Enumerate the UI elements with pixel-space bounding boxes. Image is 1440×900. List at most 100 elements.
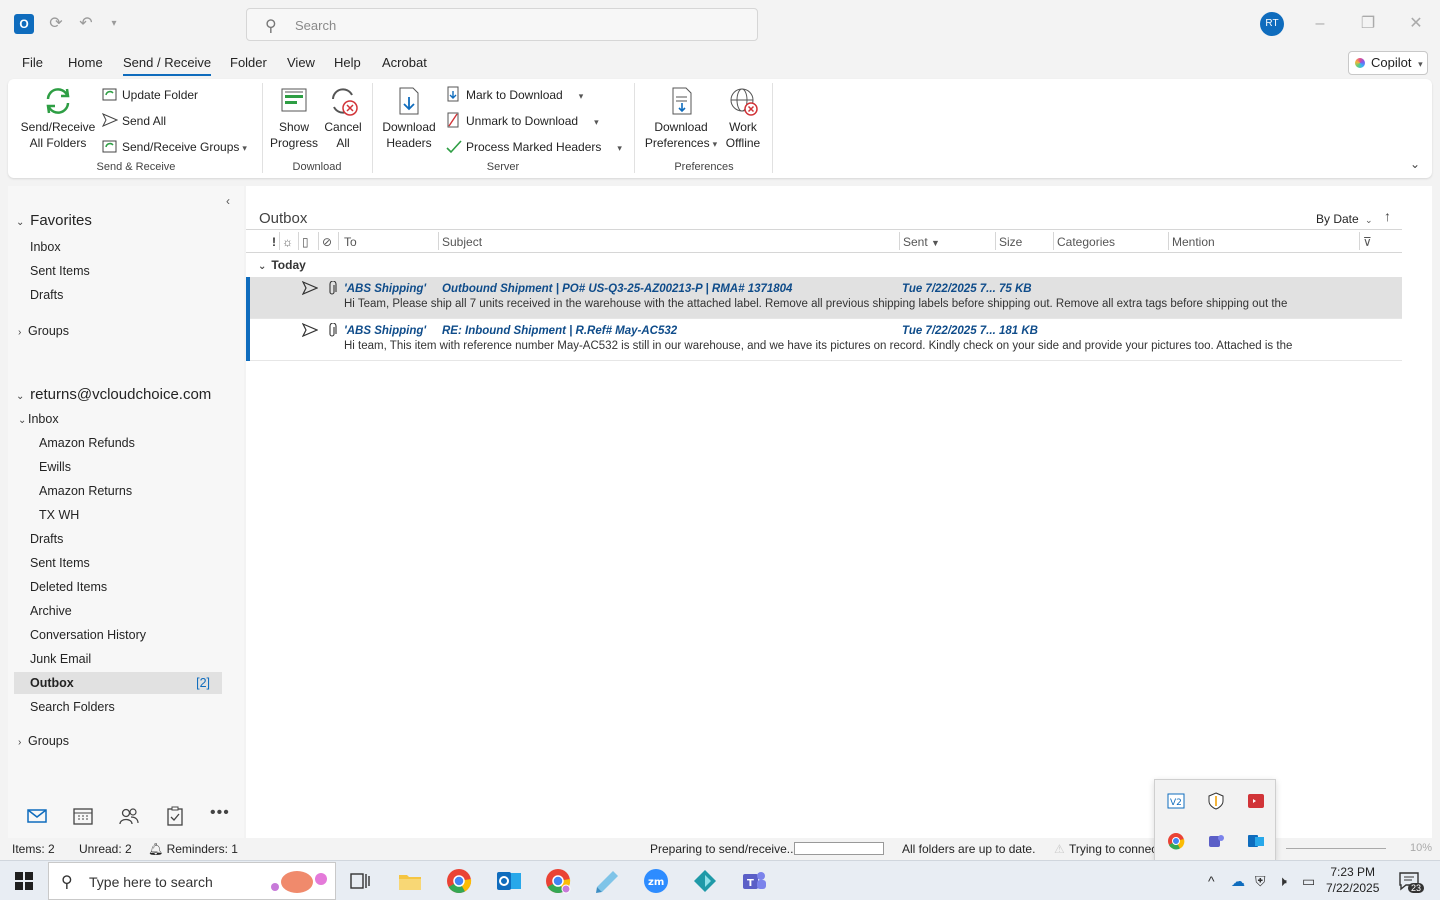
windows-start-icon[interactable] [14, 871, 34, 891]
reminder-column-icon[interactable]: ☼ [282, 235, 293, 249]
task-view-icon[interactable] [346, 867, 374, 895]
tab-acrobat[interactable]: Acrobat [382, 55, 427, 70]
group-today[interactable]: ⌄ Today [258, 258, 306, 272]
notification-center-button[interactable]: 23 [1398, 871, 1424, 893]
fav-drafts[interactable]: Drafts [30, 288, 63, 302]
mark-to-download-button[interactable]: Mark to Download ▾ [446, 85, 583, 105]
column-subject[interactable]: Subject [442, 235, 482, 249]
column-categories[interactable]: Categories [1057, 235, 1115, 249]
chevron-down-icon[interactable]: ▾ [617, 143, 622, 153]
column-sent[interactable]: Sent ▼ [903, 235, 940, 249]
message-row[interactable]: 'ABS Shipping' Outbound Shipment | PO# U… [246, 277, 1402, 319]
download-preferences-button[interactable]: Download Preferences ▾ [642, 85, 720, 152]
folder-search-folders[interactable]: Search Folders [30, 700, 115, 714]
filter-icon[interactable]: ⊽ [1363, 235, 1372, 249]
search-box[interactable]: ⚲ Search [246, 8, 758, 41]
tab-folder[interactable]: Folder [230, 55, 267, 70]
tab-help[interactable]: Help [334, 55, 361, 70]
column-size[interactable]: Size [999, 235, 1022, 249]
tab-file[interactable]: File [22, 55, 43, 70]
account-header[interactable]: ⌄ returns@vcloudchoice.com [16, 386, 211, 403]
minimize-button[interactable]: – [1305, 10, 1335, 38]
sort-by-dropdown[interactable]: By Date ⌄ [1316, 212, 1373, 226]
teams-icon[interactable] [1207, 832, 1225, 850]
chrome-profile-icon[interactable] [544, 867, 572, 895]
folder-conversation-history[interactable]: Conversation History [30, 628, 146, 642]
attachment-column-icon[interactable]: ⊘ [322, 235, 332, 249]
file-explorer-icon[interactable] [396, 867, 424, 895]
fav-inbox[interactable]: Inbox [30, 240, 61, 254]
chrome-icon[interactable] [445, 867, 473, 895]
collapse-pane-icon[interactable]: ‹ [226, 194, 230, 208]
shield-icon[interactable] [1207, 792, 1225, 810]
zoom-icon[interactable]: zm [642, 867, 670, 895]
folder-ewills[interactable]: Ewills [39, 460, 71, 474]
folder-junk-email[interactable]: Junk Email [30, 652, 91, 666]
send-receive-groups-button[interactable]: Send/Receive Groups ▾ [102, 137, 247, 157]
v2-app-icon[interactable]: V2 [1167, 792, 1185, 810]
notepad-icon[interactable] [593, 867, 621, 895]
outlook-tray-icon[interactable] [1247, 832, 1265, 850]
more-apps-icon[interactable]: ••• [210, 804, 232, 824]
work-offline-button[interactable]: Work Offline [720, 85, 766, 151]
inbox-folder[interactable]: ⌄ Inbox [18, 412, 59, 426]
zoom-slider[interactable] [1286, 848, 1386, 849]
network-icon[interactable]: ▭ [1302, 873, 1315, 890]
chevron-down-icon[interactable]: ▾ [594, 117, 599, 127]
column-mention[interactable]: Mention [1172, 235, 1215, 249]
teams-icon[interactable]: T [740, 867, 768, 895]
folder-sent-items[interactable]: Sent Items [30, 556, 90, 570]
red-app-icon[interactable] [1247, 792, 1265, 810]
tab-view[interactable]: View [287, 55, 315, 70]
avatar[interactable]: RT [1260, 12, 1284, 36]
copilot-button[interactable]: Copilot ▾ [1348, 51, 1428, 75]
unmark-to-download-button[interactable]: Unmark to Download ▾ [446, 111, 599, 131]
send-receive-all-folders-button[interactable]: Send/Receive All Folders [20, 85, 96, 151]
account-groups-header[interactable]: › Groups [18, 734, 69, 748]
system-clock[interactable]: 7:23 PM 7/22/2025 [1326, 864, 1379, 896]
volume-muted-icon[interactable]: 🕨︎ [1278, 873, 1287, 890]
calendar-icon[interactable] [72, 806, 94, 826]
sync-icon[interactable]: ⟳ [46, 14, 66, 34]
update-folder-button[interactable]: Update Folder [102, 85, 198, 105]
remote-desktop-icon[interactable] [691, 867, 719, 895]
tab-send-receive[interactable]: Send / Receive [123, 55, 212, 76]
column-importance[interactable]: ! [272, 235, 276, 249]
maximize-button[interactable]: ❐ [1353, 10, 1383, 38]
cancel-all-button[interactable]: Cancel All [320, 85, 366, 151]
folder-deleted-items[interactable]: Deleted Items [30, 580, 107, 594]
send-all-button[interactable]: Send All [102, 111, 166, 131]
folder-outbox[interactable]: Outbox [2] [14, 672, 222, 694]
groups-header[interactable]: › Groups [18, 324, 69, 338]
chrome-icon[interactable] [1167, 832, 1185, 850]
undo-icon[interactable]: ↶ [76, 14, 96, 34]
folder-drafts[interactable]: Drafts [30, 532, 63, 546]
icon-column-icon[interactable]: ▯ [302, 235, 309, 249]
folder-amazon-refunds[interactable]: Amazon Refunds [39, 436, 135, 450]
message-row[interactable]: 'ABS Shipping' RE: Inbound Shipment | R.… [246, 319, 1402, 361]
close-button[interactable]: ✕ [1401, 10, 1431, 38]
folder-archive[interactable]: Archive [30, 604, 72, 618]
status-reminders[interactable]: 🔔︎ Reminders: 1 [148, 842, 238, 856]
process-marked-headers-button[interactable]: Process Marked Headers ▾ [446, 137, 622, 157]
people-icon[interactable] [118, 806, 140, 826]
folder-tx-wh[interactable]: TX WH [39, 508, 79, 522]
security-tray-icon[interactable]: ⛨ [1255, 873, 1266, 890]
quick-access-dropdown-icon[interactable]: ▾ [104, 14, 124, 34]
column-to[interactable]: To [344, 235, 357, 249]
taskbar-search[interactable]: ⚲ Type here to search [48, 862, 336, 900]
fav-sent-items[interactable]: Sent Items [30, 264, 90, 278]
outlook-taskbar-icon[interactable] [495, 867, 523, 895]
ribbon-collapse-icon[interactable]: ⌄ [1410, 157, 1420, 171]
tray-overflow-chevron-icon[interactable]: ^ [1208, 873, 1215, 889]
tasks-icon[interactable] [164, 806, 186, 826]
show-progress-button[interactable]: Show Progress [268, 85, 320, 151]
download-headers-button[interactable]: Download Headers [378, 85, 440, 151]
mail-icon[interactable] [26, 806, 48, 826]
tab-home[interactable]: Home [68, 55, 103, 70]
onedrive-icon[interactable]: ☁ [1231, 873, 1245, 890]
chevron-down-icon[interactable]: ▾ [579, 91, 584, 101]
folder-amazon-returns[interactable]: Amazon Returns [39, 484, 132, 498]
favorites-header[interactable]: ⌄ Favorites [16, 212, 92, 229]
sort-direction-icon[interactable]: ↑ [1384, 208, 1391, 224]
